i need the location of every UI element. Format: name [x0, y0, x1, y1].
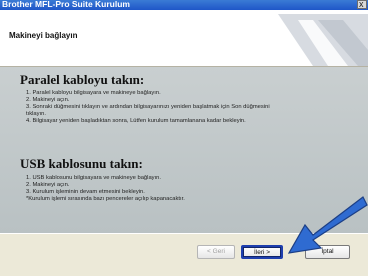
usb-step-1: 1. USB kablosunu bilgisayara ve makineye… [26, 175, 162, 181]
page-title: Makineyi bağlayın [9, 31, 78, 40]
header-graphic [258, 10, 368, 66]
close-icon: x [359, 0, 364, 9]
close-button[interactable]: x [357, 0, 367, 9]
back-button[interactable]: < Geri [197, 245, 235, 259]
parallel-section-title: Paralel kabloyu takın: [20, 72, 145, 87]
next-button[interactable]: İleri > [241, 245, 283, 259]
usb-step-3: 3. Kurulum işleminin devam etmesini bekl… [26, 189, 145, 195]
usb-step-2: 2. Makineyi açın. [26, 182, 70, 188]
title-bar: Brother MFL-Pro Suite Kurulum x [0, 0, 368, 10]
parallel-step-2: 2. Makineyi açın. [26, 97, 70, 103]
installer-window: Brother MFL-Pro Suite Kurulum x Makineyi… [0, 0, 368, 276]
window-title: Brother MFL-Pro Suite Kurulum [2, 0, 130, 9]
parallel-step-4: 4. Bilgisayar yeniden başladıktan sonra,… [26, 118, 246, 124]
pointer-arrow-icon [287, 196, 368, 254]
parallel-step-3: 3. Sonraki düğmesini tıklayın ve ardında… [26, 104, 270, 110]
parallel-step-3-cont: tıklayın. [26, 111, 46, 117]
usb-section-title: USB kablosunu takın: [20, 156, 143, 171]
usb-note: *Kurulum işlemi sırasında bazı pencerele… [26, 196, 185, 202]
parallel-step-1: 1. Paralel kabloyu bilgisayara ve makine… [26, 90, 161, 96]
